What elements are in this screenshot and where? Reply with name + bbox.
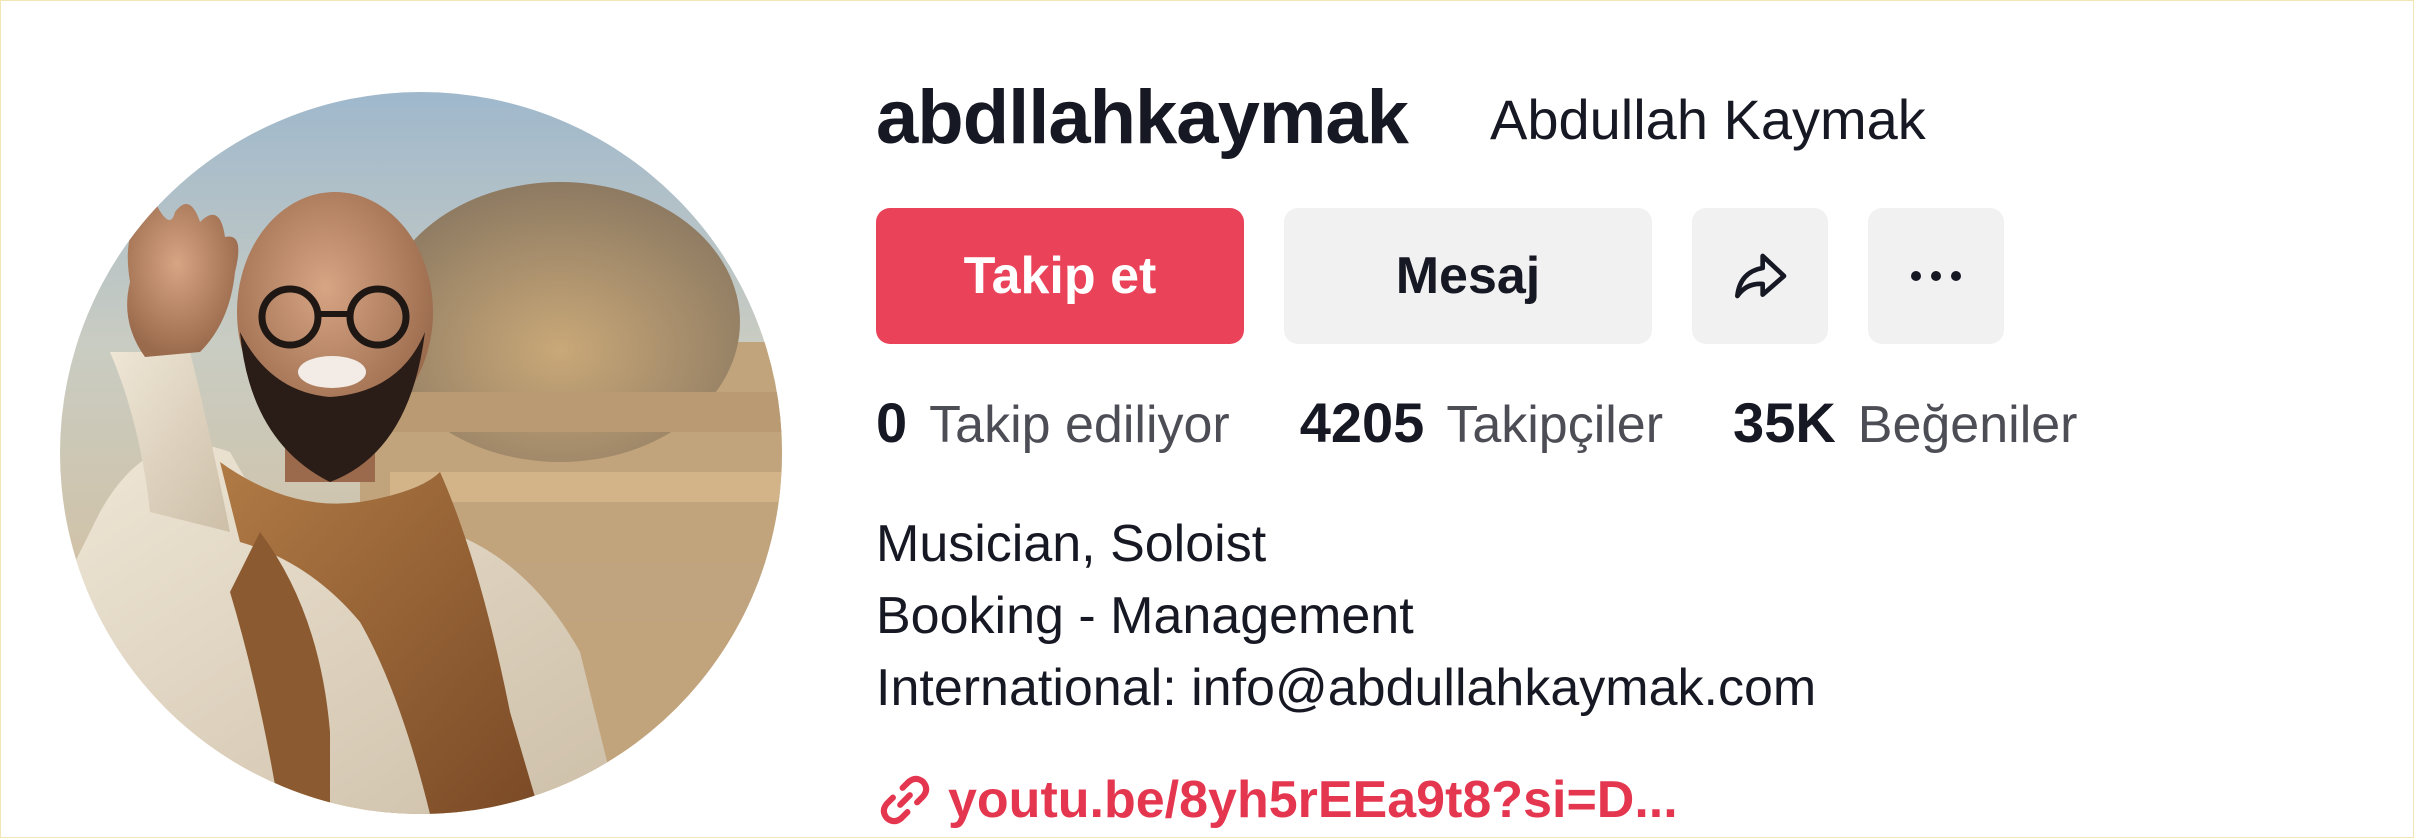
message-button-label: Mesaj bbox=[1395, 247, 1541, 305]
more-dots-icon bbox=[1911, 271, 1961, 281]
share-button[interactable] bbox=[1692, 208, 1828, 344]
avatar-photo bbox=[60, 92, 782, 814]
likes-label: Beğeniler bbox=[1857, 396, 2078, 454]
following-label: Takip ediliyor bbox=[929, 396, 1230, 454]
followers-label: Takipçiler bbox=[1446, 396, 1664, 454]
bio-link-text: youtu.be/8yh5rEEa9t8?si=D... bbox=[948, 771, 1678, 829]
followers-stat[interactable]: 4205 Takipçiler bbox=[1300, 390, 1663, 455]
more-options-button[interactable] bbox=[1868, 208, 2004, 344]
follow-button[interactable]: Takip et bbox=[876, 208, 1244, 344]
bio-link[interactable]: youtu.be/8yh5rEEa9t8?si=D... bbox=[876, 770, 1678, 830]
avatar[interactable] bbox=[60, 92, 782, 814]
username: abdllahkaymak bbox=[876, 75, 1409, 160]
followers-count: 4205 bbox=[1299, 391, 1425, 454]
message-button[interactable]: Mesaj bbox=[1284, 208, 1652, 344]
display-name: Abdullah Kaymak bbox=[1490, 88, 1926, 151]
following-count: 0 bbox=[876, 391, 908, 454]
follow-button-label: Takip et bbox=[963, 247, 1157, 305]
likes-count: 35K bbox=[1733, 391, 1836, 454]
bio-line: Booking - Management bbox=[876, 587, 1414, 645]
likes-stat: 35K Beğeniler bbox=[1733, 390, 2077, 455]
bio: Musician, Soloist Booking - Management I… bbox=[876, 508, 1816, 724]
share-arrow-icon bbox=[1735, 253, 1787, 299]
profile-stats: 0 Takip ediliyor 4205 Takipçiler 35K Beğ… bbox=[876, 390, 2148, 455]
following-stat[interactable]: 0 Takip ediliyor bbox=[876, 390, 1230, 455]
bio-line: International: info@abdullahkaymak.com bbox=[876, 659, 1817, 717]
link-icon bbox=[880, 775, 930, 825]
bio-line: Musician, Soloist bbox=[876, 515, 1267, 573]
